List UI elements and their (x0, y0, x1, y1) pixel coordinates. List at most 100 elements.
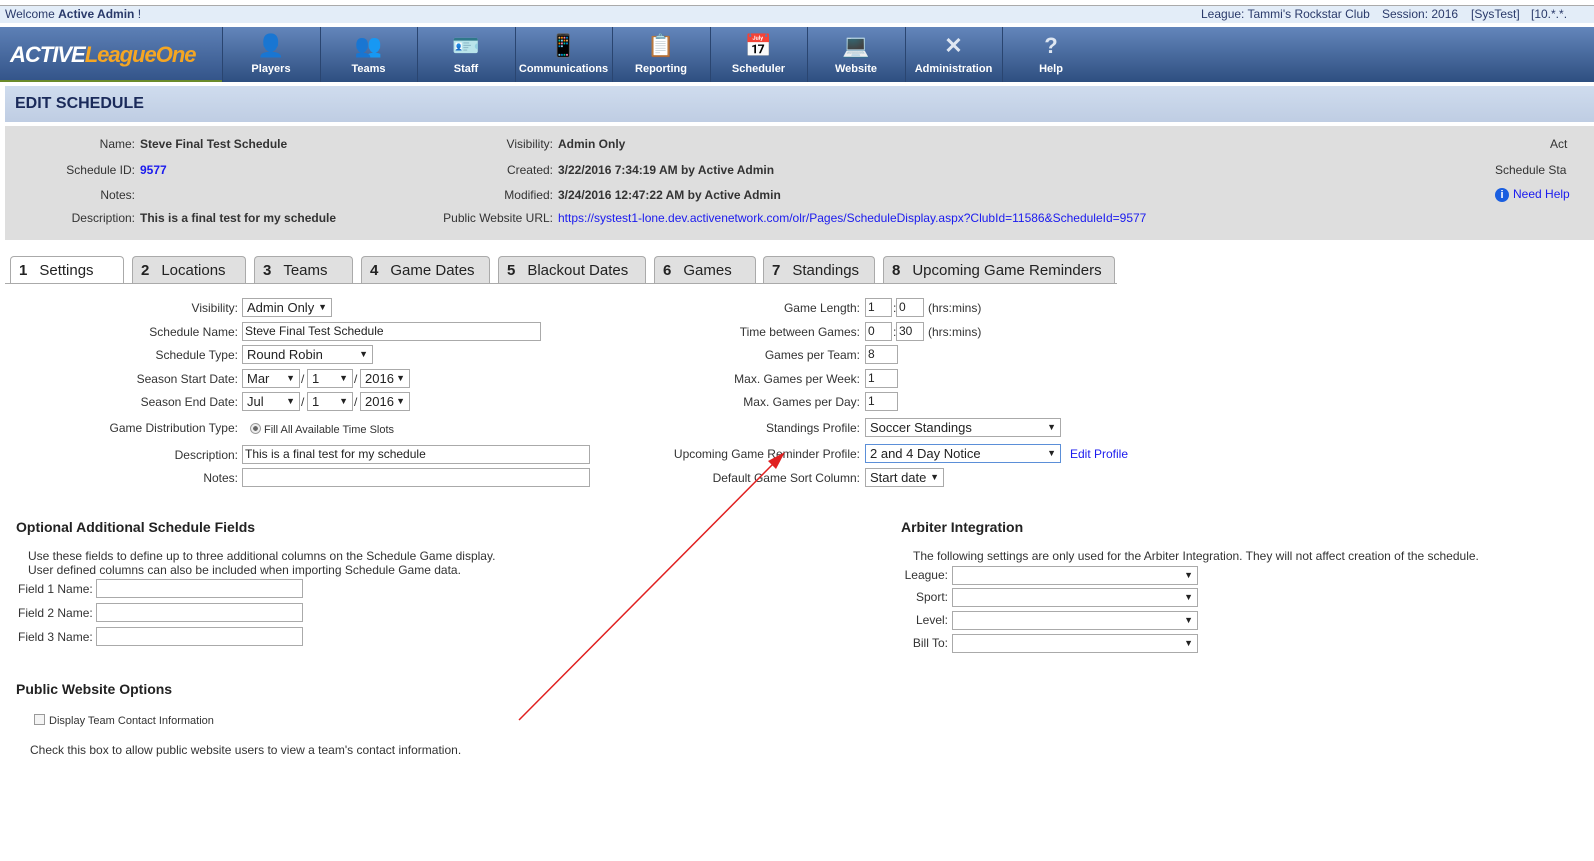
tab-label: Settings (39, 262, 94, 279)
nav-communications[interactable]: 📱 Communications (514, 27, 612, 82)
standings-profile-select[interactable]: Soccer Standings (865, 418, 1061, 437)
start-month-select[interactable]: Mar (242, 369, 300, 388)
tab-standings[interactable]: 7 Standings (763, 256, 875, 283)
games-per-week-input[interactable]: 1 (865, 369, 898, 388)
nav-teams[interactable]: 👥 Teams (319, 27, 417, 82)
logo-active: ACTIVE (10, 42, 86, 67)
distribution-option: Fill All Available Time Slots (264, 424, 395, 436)
description-input[interactable]: This is a final test for my schedule (242, 445, 590, 464)
game-length-mins[interactable]: 0 (896, 298, 924, 317)
staff-icon: 🪪 (452, 33, 480, 58)
players-icon: 👤 (257, 33, 285, 58)
status-label: Schedule Sta (1495, 163, 1567, 177)
info-icon: i (1495, 188, 1509, 202)
tools-icon: ✕ (944, 33, 963, 58)
tab-label: Locations (161, 262, 226, 279)
nav-label: Administration (914, 63, 993, 75)
end-day-select[interactable]: 1 (307, 392, 353, 411)
tab-upcoming-game-reminders[interactable]: 8 Upcoming Game Reminders (883, 256, 1115, 283)
main-nav: ACTIVELeagueOne 👤 Players 👥 Teams 🪪 Staff 📱 Com… (0, 27, 1594, 82)
tab-locations[interactable]: 2 Locations (132, 256, 246, 283)
edit-profile-link[interactable]: Edit Profile (1070, 447, 1128, 461)
arbiter-bill-select[interactable] (952, 634, 1198, 653)
arbiter-level-label: Level: (915, 613, 948, 627)
nav-scheduler[interactable]: 📅 Scheduler (709, 27, 807, 82)
nav-label: Help (1039, 63, 1063, 75)
tab-label: Standings (792, 262, 860, 279)
nav-players[interactable]: 👤 Players (222, 27, 319, 82)
public-desc: Check this box to allow public website u… (30, 743, 462, 757)
distribution-radio[interactable]: Fill All Available Time Slots (250, 423, 394, 436)
nav-administration[interactable]: ✕ Administration (904, 27, 1002, 82)
need-help-link[interactable]: i Need Help (1495, 187, 1570, 202)
nav-label: Scheduler (731, 63, 786, 75)
tab-number: 8 (892, 262, 901, 279)
arbiter-bill-label: Bill To: (912, 636, 948, 650)
tab-games[interactable]: 6 Games (654, 256, 756, 283)
notes-label: Notes: (203, 471, 238, 485)
nav-staff[interactable]: 🪪 Staff (417, 27, 514, 82)
tab-blackout-dates[interactable]: 5 Blackout Dates (498, 256, 646, 283)
end-month-select[interactable]: Jul (242, 392, 300, 411)
tab-label: Teams (283, 262, 328, 279)
game-length-hours[interactable]: 1 (865, 298, 892, 317)
tab-game-dates[interactable]: 4 Game Dates (361, 256, 490, 283)
tab-teams[interactable]: 3 Teams (254, 256, 353, 283)
nav-reporting[interactable]: 📋 Reporting (612, 27, 709, 82)
tab-number: 2 (141, 262, 150, 279)
games-per-team-input[interactable]: 8 (865, 345, 898, 364)
end-year-select[interactable]: 2016 (360, 392, 410, 411)
field2-label: Field 2 Name: (18, 606, 93, 620)
need-help-text: Need Help (1513, 187, 1570, 201)
sort-column-select[interactable]: Start date (865, 468, 944, 487)
date-separator: / (301, 395, 305, 409)
nav-label: Players (251, 63, 291, 75)
notes-input[interactable] (242, 468, 590, 487)
arbiter-sport-select[interactable] (952, 588, 1198, 607)
start-date-label: Season Start Date: (136, 372, 238, 386)
description-label: Description: (174, 448, 238, 462)
reminder-profile-select[interactable]: 2 and 4 Day Notice (865, 444, 1061, 463)
teams-icon: 👥 (354, 33, 383, 58)
arbiter-sport-label: Sport: (915, 590, 948, 604)
time-between-hours[interactable]: 0 (865, 322, 892, 341)
schedule-id-link[interactable]: 9577 (140, 163, 167, 177)
schedule-type-select[interactable]: Round Robin (242, 345, 373, 364)
arbiter-level-select[interactable] (952, 611, 1198, 630)
desc-label: Description: (71, 211, 135, 225)
nav-website[interactable]: 💻 Website (807, 27, 904, 82)
time-between-mins[interactable]: 30 (896, 322, 924, 341)
sort-column-label: Default Game Sort Column: (712, 471, 860, 485)
schedule-type-label: Schedule Type: (155, 348, 238, 362)
date-separator: / (354, 372, 358, 386)
public-url-link[interactable]: https://systest1-lone.dev.activenetwork.… (558, 211, 1146, 225)
standings-profile-label: Standings Profile: (765, 421, 860, 435)
logo[interactable]: ACTIVELeagueOne (0, 27, 222, 82)
game-length-label: Game Length: (783, 301, 860, 315)
contact-info-checkbox[interactable]: Display Team Contact Information (34, 714, 214, 727)
notes-label: Notes: (100, 188, 135, 202)
games-per-day-input[interactable]: 1 (865, 392, 898, 411)
start-year-select[interactable]: 2016 (360, 369, 410, 388)
env-label: [SysTest] (1471, 7, 1520, 21)
tab-number: 6 (663, 262, 672, 279)
games-per-day-label: Max. Games per Day: (743, 395, 860, 409)
tab-number: 4 (370, 262, 379, 279)
start-day-select[interactable]: 1 (307, 369, 353, 388)
arbiter-league-select[interactable] (952, 566, 1198, 585)
field3-input[interactable] (96, 627, 303, 646)
created-label: Created: (506, 163, 553, 177)
field2-input[interactable] (96, 603, 303, 622)
visibility-value: Admin Only (558, 137, 626, 151)
field1-label: Field 1 Name: (18, 582, 93, 596)
schedule-name-input[interactable]: Steve Final Test Schedule (242, 322, 541, 341)
field3-label: Field 3 Name: (18, 630, 93, 644)
visibility-select[interactable]: Admin Only (242, 298, 332, 317)
tab-settings[interactable]: 1 Settings (10, 256, 124, 284)
nav-help[interactable]: ? Help (1002, 27, 1099, 82)
field1-input[interactable] (96, 579, 303, 598)
date-separator: / (354, 395, 358, 409)
league-label: League: Tammi's Rockstar Club (1201, 7, 1370, 21)
radio-icon (250, 423, 261, 434)
tab-number: 3 (263, 262, 272, 279)
